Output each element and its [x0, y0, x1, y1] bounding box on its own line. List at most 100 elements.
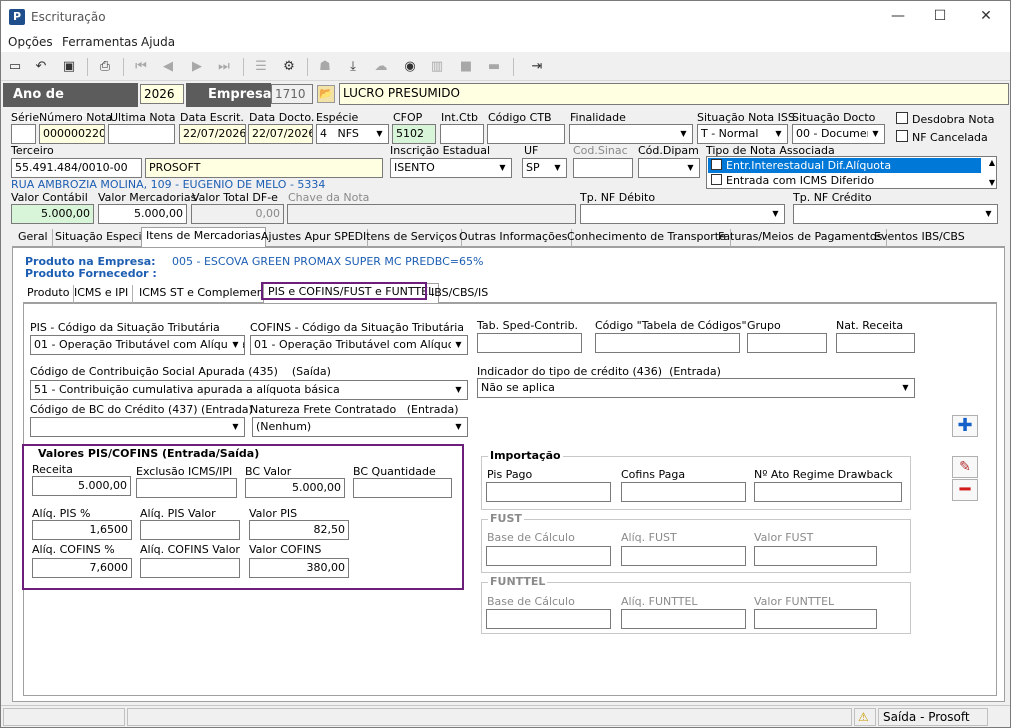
tab-ibs-cbs-is[interactable]: IBS/CBS/IS: [427, 285, 492, 303]
next-record-icon[interactable]: ▶: [188, 58, 206, 76]
cfop-field[interactable]: 5102: [392, 124, 436, 144]
chave-field[interactable]: [287, 204, 576, 224]
chevron-down-icon[interactable]: ▼: [550, 160, 565, 176]
bc-qtd-field[interactable]: [353, 478, 452, 498]
minus-icon[interactable]: ▬: [485, 58, 503, 76]
bc-credito-select[interactable]: ▼: [30, 417, 245, 437]
chevron-down-icon[interactable]: ▼: [868, 126, 883, 142]
tipo-nota-list[interactable]: Entr.Interestadual Dif.Alíquota Entrada …: [706, 156, 997, 189]
new-icon[interactable]: ▭: [6, 58, 24, 76]
cofins-paga-field[interactable]: [621, 482, 746, 502]
ano-field[interactable]: 2026: [140, 84, 184, 104]
first-record-icon[interactable]: ⏮: [132, 58, 150, 76]
remove-item-button[interactable]: ━: [952, 479, 978, 501]
uf-select[interactable]: SP ▼: [522, 158, 567, 178]
data-docto-field[interactable]: 22/07/2026: [248, 124, 313, 144]
receita-field[interactable]: 5.000,00: [32, 476, 131, 496]
serie-field[interactable]: [11, 124, 36, 144]
contabil-field[interactable]: 5.000,00: [11, 204, 94, 224]
finalidade-select[interactable]: ▼: [569, 124, 693, 144]
add-item-button[interactable]: ✚: [952, 415, 978, 437]
chevron-down-icon[interactable]: ▼: [495, 160, 510, 176]
ie-select[interactable]: ISENTO ▼: [390, 158, 512, 178]
valor-cofins-field[interactable]: 380,00: [249, 558, 349, 578]
ultima-field[interactable]: [108, 124, 175, 144]
drawback-field[interactable]: [754, 482, 902, 502]
numero-field[interactable]: 0000002207: [39, 124, 105, 144]
sit-docto-select[interactable]: 00 - Document ▼: [792, 124, 885, 144]
chevron-down-icon[interactable]: ▼: [771, 126, 786, 142]
sinac-field[interactable]: [573, 158, 633, 178]
prev-record-icon[interactable]: ◀: [159, 58, 177, 76]
tab-outras-informacoes[interactable]: Outras Informações: [455, 229, 573, 247]
save-icon[interactable]: ▣: [60, 58, 78, 76]
folder-icon[interactable]: 📂: [317, 85, 335, 103]
tab-faturas[interactable]: Faturas/Meios de Pagamentos: [714, 229, 888, 247]
undo-icon[interactable]: ↶: [32, 58, 50, 76]
tab-icms-ipi[interactable]: ICMS e IPI: [70, 285, 134, 303]
funttel-valor-field[interactable]: [754, 609, 877, 629]
chevron-down-icon[interactable]: ▼: [228, 337, 243, 353]
import-icon[interactable]: ⤓: [344, 58, 362, 76]
users-icon[interactable]: ☗: [316, 58, 334, 76]
total-dfe-field[interactable]: 0,00: [191, 204, 284, 224]
tree-icon[interactable]: ☰: [252, 58, 270, 76]
chevron-down-icon[interactable]: ▼: [451, 382, 466, 398]
grupo-field[interactable]: [747, 333, 827, 353]
funttel-aliq-field[interactable]: [621, 609, 746, 629]
data-escrit-field[interactable]: 22/07/2026: [179, 124, 246, 144]
fust-valor-field[interactable]: [754, 546, 877, 566]
chevron-down-icon[interactable]: ▼: [372, 126, 387, 142]
aliq-cofins-field[interactable]: 7,6000: [32, 558, 132, 578]
aliq-pis-valor-field[interactable]: [140, 520, 240, 540]
list-item[interactable]: Entr.Interestadual Dif.Alíquota: [708, 158, 981, 173]
desdobra-checkbox[interactable]: [896, 112, 908, 124]
tipo-nota-checkbox-1[interactable]: [711, 174, 722, 185]
list-item[interactable]: Entrada com ICMS Diferido: [708, 173, 981, 188]
contrib-select[interactable]: 51 - Contribuição cumulativa apurada a a…: [30, 380, 468, 400]
menu-opcoes[interactable]: Opções: [8, 35, 53, 49]
tp-credito-select[interactable]: ▼: [793, 204, 998, 224]
tab-ajustes-apur[interactable]: Ajustes Apur SPED: [257, 229, 369, 247]
fust-aliq-field[interactable]: [621, 546, 746, 566]
tp-debito-select[interactable]: ▼: [580, 204, 785, 224]
tab-geral[interactable]: Geral: [14, 229, 53, 247]
cancelada-checkbox[interactable]: [896, 130, 908, 142]
tipo-nota-checkbox-0[interactable]: [711, 159, 722, 170]
block-icon[interactable]: ■: [457, 58, 475, 76]
menu-ajuda[interactable]: Ajuda: [141, 35, 175, 49]
tab-conhecimento-transporte[interactable]: Conhecimento de Transporte: [563, 229, 731, 247]
scroll-down-icon[interactable]: ▼: [989, 178, 995, 187]
especie-select[interactable]: 4 NFS ▼: [316, 124, 389, 144]
chevron-down-icon[interactable]: ▼: [898, 380, 913, 396]
aliq-cofins-valor-field[interactable]: [140, 558, 240, 578]
cofins-cst-select[interactable]: 01 - Operação Tributável com Alíquota B ▼: [250, 335, 468, 355]
chevron-down-icon[interactable]: ▼: [676, 126, 691, 142]
tab-produto[interactable]: Produto: [23, 285, 75, 303]
exit-icon[interactable]: ⇥: [528, 58, 546, 76]
tab-itens-mercadorias[interactable]: Itens de Mercadorias: [141, 227, 266, 248]
terceiro-cnpj-field[interactable]: 55.491.484/0010-00: [11, 158, 142, 178]
pis-cst-select[interactable]: 01 - Operação Tributável com Alíquota B ▼: [30, 335, 245, 355]
dipam-select[interactable]: ▼: [638, 158, 700, 178]
pis-pago-field[interactable]: [486, 482, 611, 502]
cloud-icon[interactable]: ☁: [372, 58, 390, 76]
natureza-select[interactable]: (Nenhum) ▼: [252, 417, 468, 437]
chevron-down-icon[interactable]: ▼: [981, 206, 996, 222]
tab-itens-servicos[interactable]: Itens de Serviços: [359, 229, 463, 247]
form-icon[interactable]: ▥: [428, 58, 446, 76]
chevron-down-icon[interactable]: ▼: [683, 160, 698, 176]
tools-icon[interactable]: ⚙: [280, 58, 298, 76]
mercadorias-field[interactable]: 5.000,00: [98, 204, 187, 224]
intctb-field[interactable]: [440, 124, 484, 144]
fust-base-field[interactable]: [486, 546, 611, 566]
sit-iss-select[interactable]: T - Normal ▼: [697, 124, 788, 144]
menu-ferramentas[interactable]: Ferramentas: [62, 35, 138, 49]
bc-valor-field[interactable]: 5.000,00: [245, 478, 345, 498]
exclusao-field[interactable]: [136, 478, 237, 498]
aliq-pis-field[interactable]: 1,6500: [32, 520, 132, 540]
empresa-code-field[interactable]: 1710: [271, 84, 313, 104]
close-button[interactable]: ✕: [977, 7, 995, 25]
tab-codigos-field[interactable]: [595, 333, 740, 353]
codctb-field[interactable]: [487, 124, 565, 144]
